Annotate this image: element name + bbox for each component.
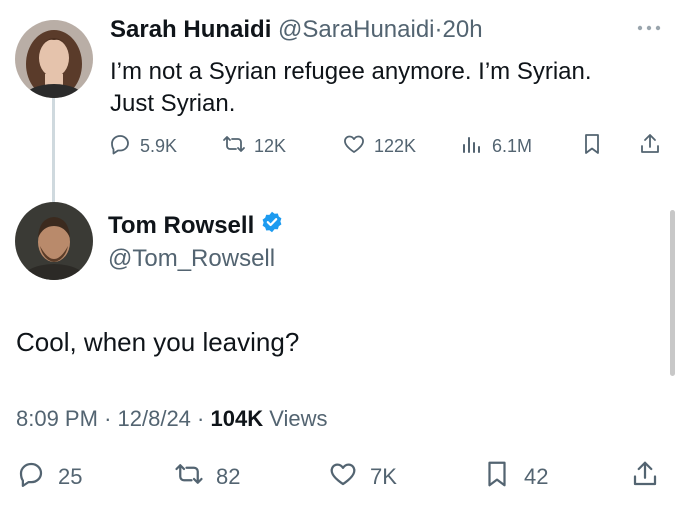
- repost-icon: [174, 459, 204, 495]
- share-icon: [630, 459, 660, 495]
- share-button[interactable]: [638, 132, 662, 160]
- bookmark-button[interactable]: 42: [482, 459, 549, 495]
- avatar-sarah[interactable]: [15, 20, 93, 98]
- more-icon[interactable]: [636, 20, 662, 31]
- like-icon: [328, 459, 358, 495]
- like-count: 122K: [374, 135, 417, 156]
- views-icon: [460, 132, 484, 161]
- separator: ·: [104, 406, 112, 431]
- reply-tweet-text: Cool, when you leaving?: [16, 327, 300, 357]
- share-icon: [638, 132, 662, 161]
- views-count: 6.1M: [492, 135, 533, 156]
- views-label: Views: [269, 406, 328, 431]
- avatar-tom[interactable]: [15, 202, 93, 280]
- tweet-time[interactable]: 20h: [443, 16, 483, 43]
- bookmark-icon: [482, 459, 512, 495]
- like-button[interactable]: 7K: [328, 462, 397, 492]
- repost-icon: [222, 132, 246, 161]
- reply-button[interactable]: 5.9K: [108, 132, 177, 160]
- tweet-text-line: I’m not a Syrian refugee anymore. I’m Sy…: [110, 58, 592, 85]
- like-icon: [342, 132, 366, 161]
- author-name[interactable]: Sarah Hunaidi: [110, 16, 271, 43]
- reply-author-name-row: Tom Rowsell: [108, 210, 284, 241]
- tweet-meta: 8:09 PM · 12/8/24 · 104K Views: [16, 406, 328, 432]
- tweet-text-line: Just Syrian.: [110, 90, 236, 117]
- bookmark-icon: [580, 132, 604, 161]
- repost-button[interactable]: 12K: [222, 132, 286, 160]
- author-handle[interactable]: @SaraHunaidi: [278, 16, 434, 43]
- repost-count: 82: [216, 464, 241, 489]
- like-count: 7K: [370, 464, 397, 489]
- parent-tweet-text: I’m not a Syrian refugee anymore. I’m Sy…: [110, 56, 650, 120]
- tweet-date[interactable]: 12/8/24: [118, 406, 191, 431]
- tweet-time[interactable]: 8:09 PM: [16, 406, 98, 431]
- separator: ·: [197, 406, 205, 431]
- scrollbar[interactable]: [670, 210, 675, 376]
- reply-actions: 25 82 7K 42: [16, 459, 666, 495]
- reply-button[interactable]: 25: [16, 462, 82, 492]
- parent-actions: 5.9K 12K 122K 6.1M: [108, 132, 668, 160]
- reply-icon: [16, 459, 46, 495]
- thread-line: [52, 98, 55, 202]
- parent-tweet-header: Sarah Hunaidi @SaraHunaidi·20h: [110, 16, 483, 44]
- bookmark-count: 42: [524, 464, 549, 489]
- repost-button[interactable]: 82: [174, 462, 240, 492]
- reply-count: 25: [58, 464, 83, 489]
- views-total: 104K: [210, 406, 264, 431]
- views-button[interactable]: 6.1M: [460, 132, 532, 160]
- reply-count: 5.9K: [140, 135, 178, 156]
- separator: ·: [434, 16, 443, 43]
- share-button[interactable]: [630, 459, 660, 495]
- verified-badge-icon: [260, 210, 284, 241]
- repost-count: 12K: [254, 135, 287, 156]
- like-button[interactable]: 122K: [342, 132, 416, 160]
- bookmark-button[interactable]: [580, 132, 604, 160]
- reply-icon: [108, 132, 132, 161]
- author-handle[interactable]: @Tom_Rowsell: [108, 245, 275, 273]
- author-name[interactable]: Tom Rowsell: [108, 212, 254, 240]
